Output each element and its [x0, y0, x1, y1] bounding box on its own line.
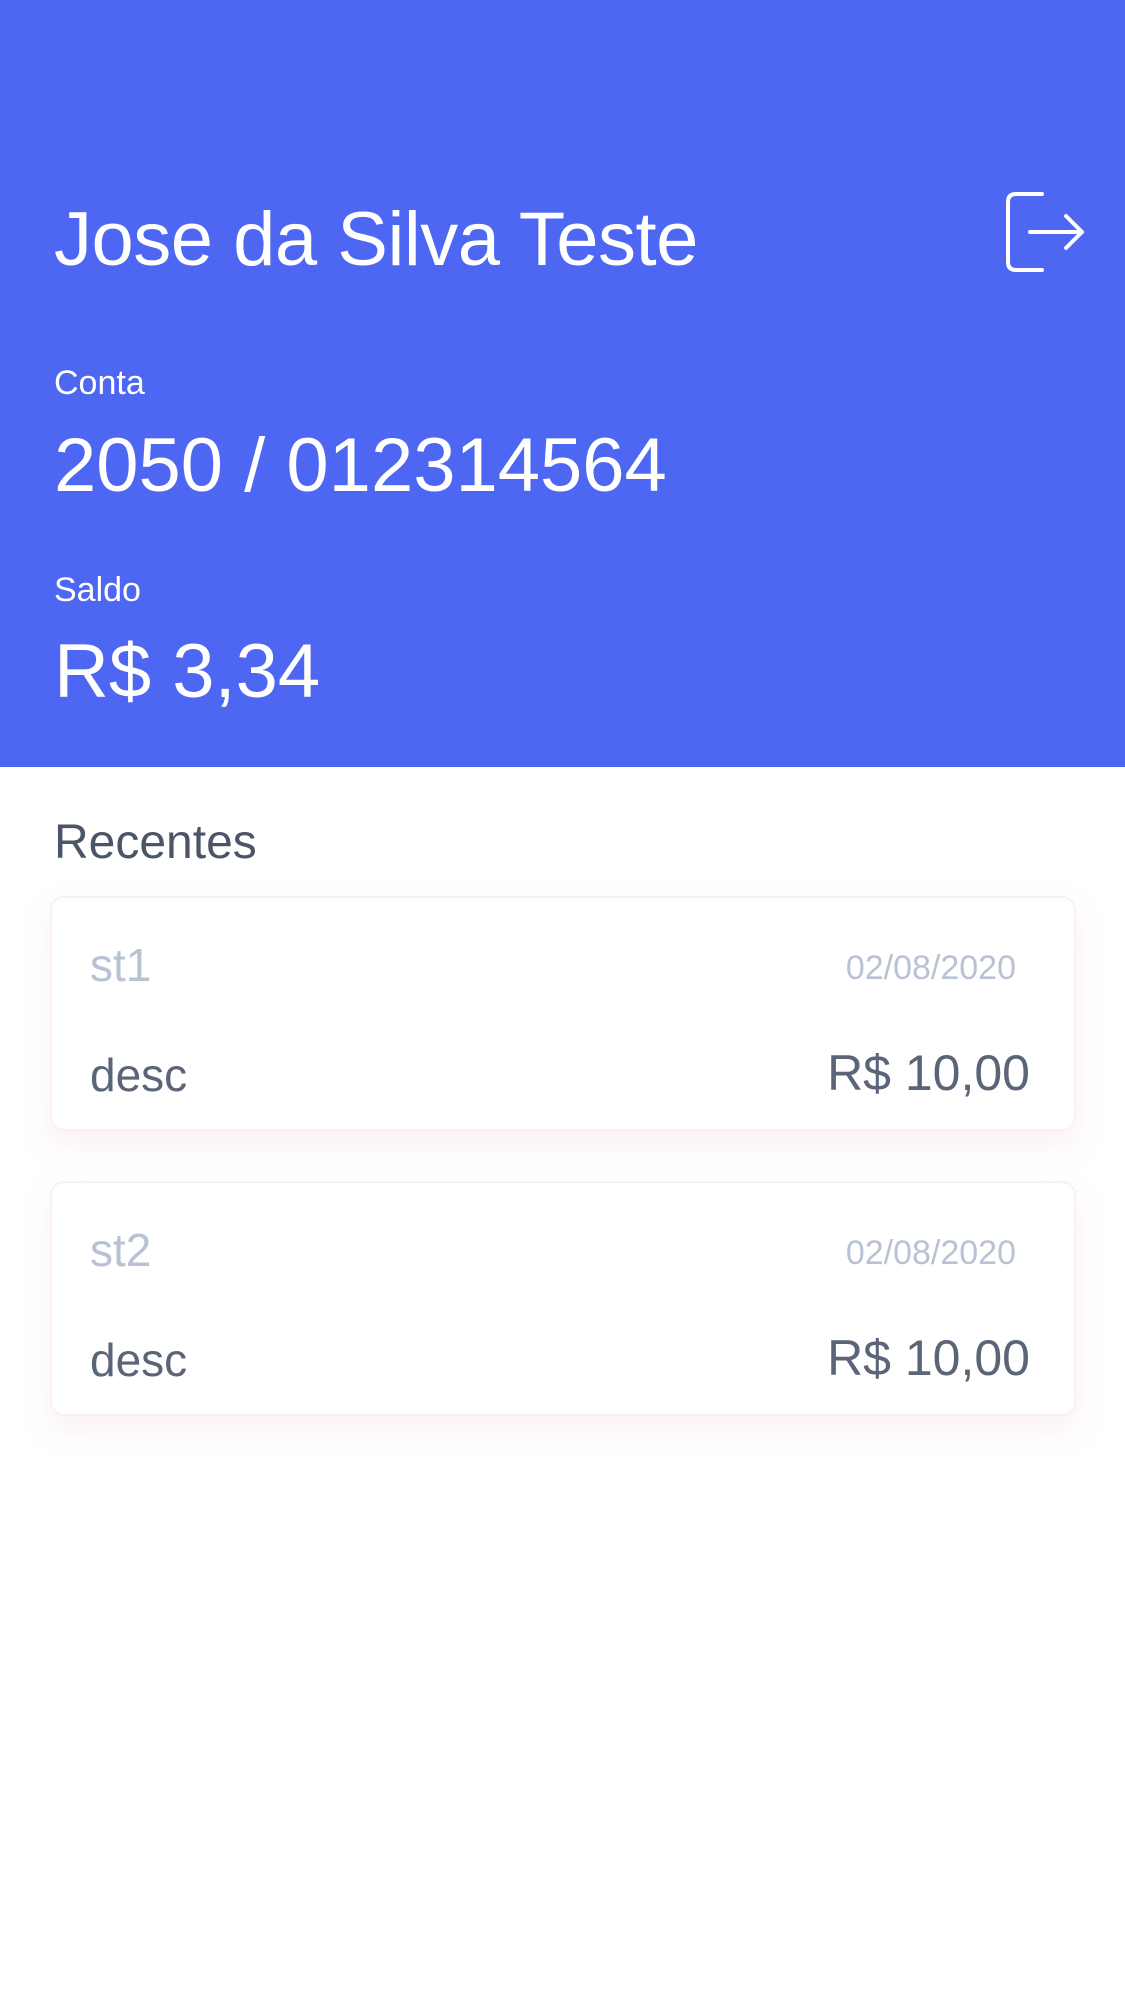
- transaction-title: st2: [90, 1224, 152, 1276]
- transaction-date: 02/08/2020: [845, 1234, 1016, 1272]
- transaction-title: st1: [90, 939, 152, 991]
- balance-value: R$ 3,34: [54, 629, 321, 714]
- logout-button[interactable]: [1002, 188, 1086, 276]
- transaction-amount: R$ 10,00: [827, 1045, 1030, 1101]
- transaction-card[interactable]: st2 02/08/2020 desc R$ 10,00: [50, 1181, 1076, 1416]
- user-name: Jose da Silva Teste: [54, 197, 698, 282]
- transaction-amount: R$ 10,00: [827, 1330, 1030, 1386]
- transaction-card[interactable]: st1 02/08/2020 desc R$ 10,00: [50, 896, 1076, 1131]
- recent-section-title: Recentes: [54, 816, 257, 869]
- account-label: Conta: [54, 364, 145, 402]
- account-number: 2050 / 012314564: [54, 423, 667, 508]
- logout-icon: [1006, 192, 1084, 272]
- transaction-date: 02/08/2020: [845, 949, 1016, 987]
- transaction-description: desc: [90, 1334, 188, 1386]
- transaction-description: desc: [90, 1049, 188, 1101]
- account-header: Jose da Silva Teste Conta 2050 / 0123145…: [0, 0, 1125, 767]
- balance-label: Saldo: [54, 571, 141, 609]
